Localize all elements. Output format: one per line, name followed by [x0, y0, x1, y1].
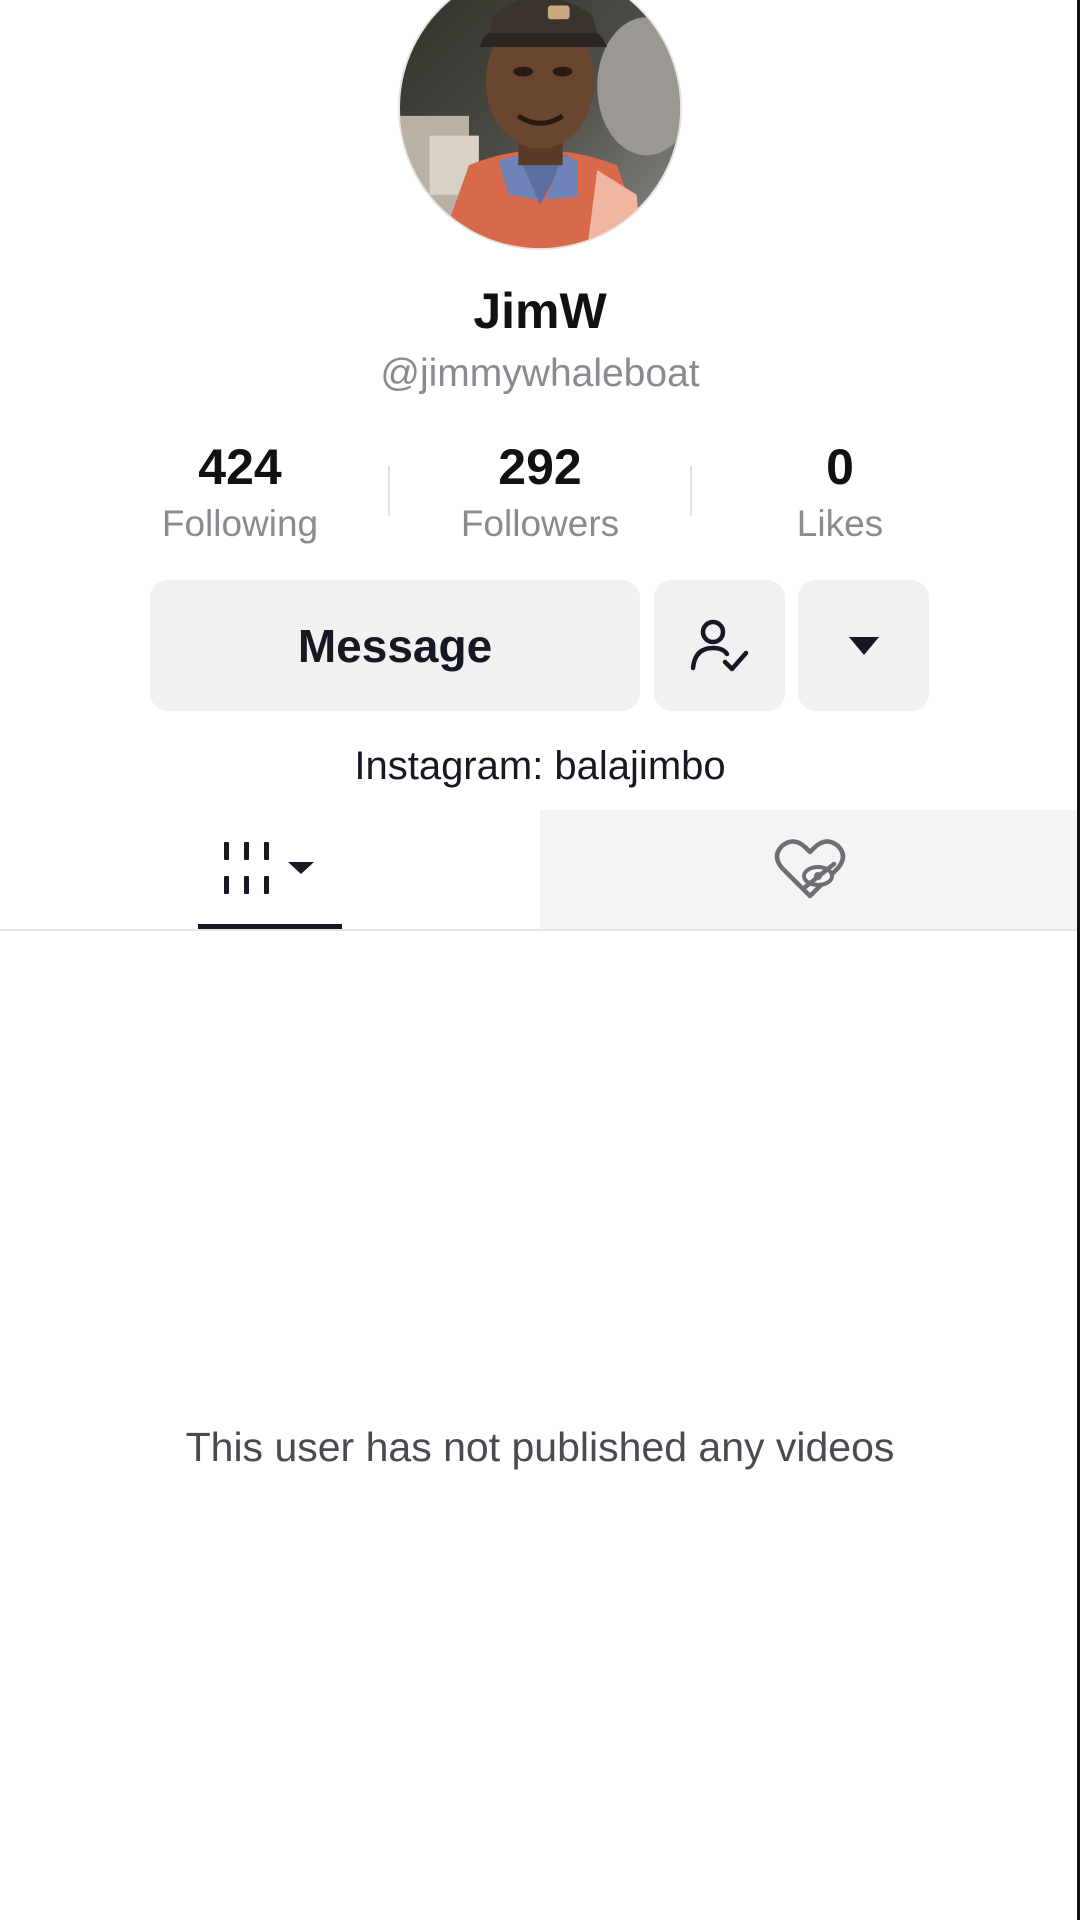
stat-followers[interactable]: 292 Followers — [420, 438, 660, 546]
stat-label: Likes — [796, 503, 884, 544]
display-name: JimW — [473, 283, 607, 339]
bio-text: Instagram: balajimbo — [354, 744, 726, 788]
stat-divider — [690, 466, 692, 516]
message-button[interactable]: Message — [150, 580, 640, 711]
stat-divider — [388, 466, 390, 516]
user-check-icon — [690, 619, 748, 671]
tabs-divider — [0, 929, 1080, 931]
stat-value: 424 — [198, 439, 282, 495]
tab-videos[interactable] — [0, 810, 540, 930]
friends-button[interactable] — [654, 580, 785, 711]
stat-likes[interactable]: 0 Likes — [720, 438, 960, 546]
stat-label: Following — [161, 503, 319, 544]
stat-following[interactable]: 424 Following — [120, 438, 360, 546]
profile-photo — [400, 0, 680, 248]
tab-liked[interactable] — [540, 810, 1080, 930]
empty-state-message: This user has not published any videos — [185, 1424, 895, 1470]
stat-value: 0 — [826, 439, 854, 495]
grid-icon — [224, 842, 314, 894]
username: @jimmywhaleboat — [380, 352, 700, 395]
caret-down-icon — [848, 636, 879, 655]
hidden-heart-icon — [774, 839, 846, 899]
avatar[interactable] — [398, 0, 682, 250]
more-options-button[interactable] — [798, 580, 929, 711]
stat-label: Followers — [460, 503, 620, 544]
stat-value: 292 — [498, 439, 582, 495]
profile-screen: JimW @jimmywhaleboat 424 Following 292 F… — [0, 0, 1080, 1920]
